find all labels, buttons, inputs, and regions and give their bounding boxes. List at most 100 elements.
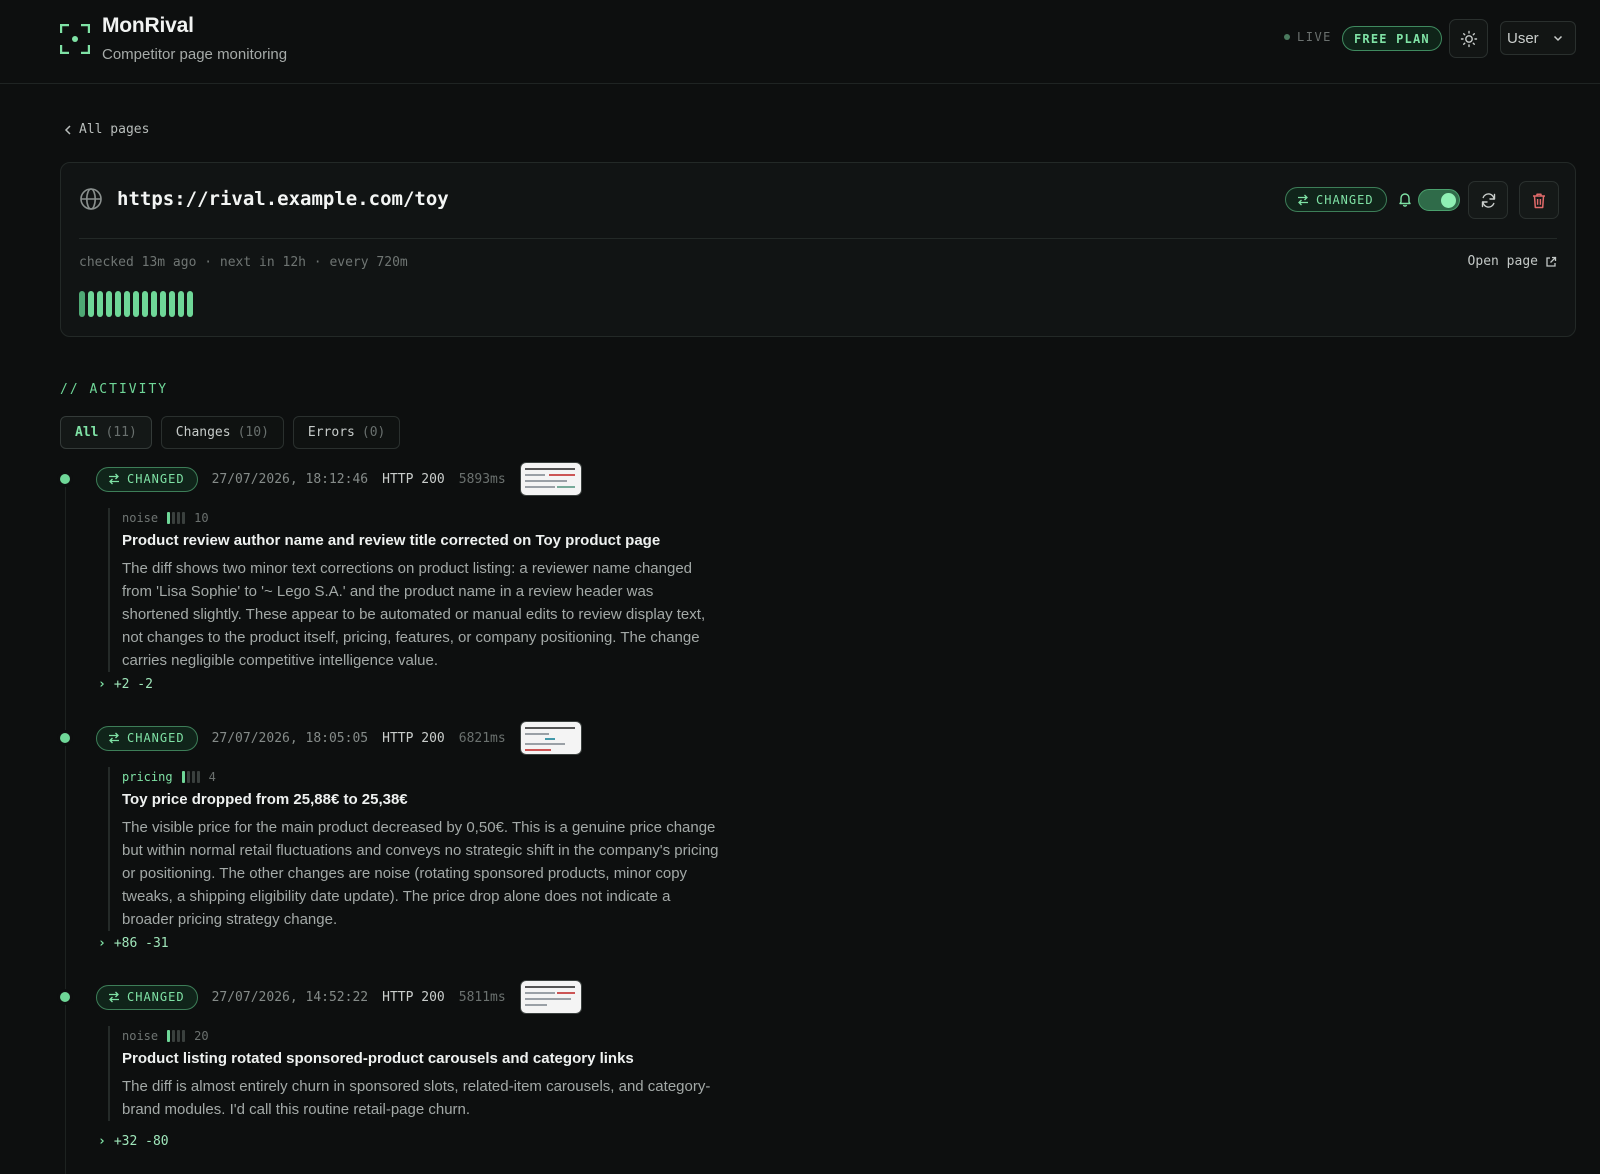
check-history-bar[interactable] [169,291,175,317]
page-url: https://rival.example.com/toy [117,188,449,210]
entry-title: Product review author name and review ti… [122,532,661,549]
tab-count: (0) [361,425,386,440]
entry-duration: 5893ms [458,471,506,487]
tab-all[interactable]: All (11) [60,416,152,449]
open-page-label: Open page [1467,254,1538,269]
entry-description: The diff is almost entirely churn in spo… [122,1078,711,1118]
entry-status-badge: CHANGED [96,466,198,492]
entry-status-label: CHANGED [127,472,185,486]
external-link-icon [1546,256,1557,267]
chevron-right-icon: › [98,1134,106,1149]
entry-status-badge: CHANGED [96,984,198,1010]
check-history-bar[interactable] [178,291,184,317]
tab-changes[interactable]: Changes (10) [160,416,284,449]
refresh-button[interactable] [1468,181,1508,219]
timeline-dot [60,474,70,484]
swap-arrows-icon [109,991,119,1003]
timeline-dot [60,992,70,1002]
delete-button[interactable] [1519,181,1559,219]
entry-tag-line: noise 10 [122,508,708,528]
notifications-toggle[interactable] [1418,189,1460,211]
entry-http-status: HTTP 200 [382,471,445,487]
significance-score: 4 [208,770,216,784]
back-to-all-pages-link[interactable]: All pages [64,122,149,137]
check-history-bar[interactable] [115,291,121,317]
check-history-bar[interactable] [133,291,139,317]
diff-summary: +86 -31 [113,936,169,951]
refresh-icon [1481,192,1495,208]
app-subtitle: Competitor page monitoring [102,46,288,63]
entry-header: CHANGED 27/07/2026, 18:05:05 HTTP 200 68… [96,721,582,755]
chevron-left-icon [64,124,71,135]
significance-score: 20 [194,1029,209,1043]
tab-label: Changes [175,425,231,440]
tab-label: Errors [307,425,355,440]
check-schedule-meta: checked 13m ago · next in 12h · every 72… [79,255,408,270]
check-history-bar[interactable] [106,291,112,317]
entry-title: Product listing rotated sponsored-produc… [122,1050,634,1067]
logo-icon [60,24,90,54]
snapshot-thumbnail[interactable] [519,462,582,496]
entry-header: CHANGED 27/07/2026, 14:52:22 HTTP 200 58… [96,980,582,1014]
swap-arrows-icon [1298,194,1308,205]
timeline-line [65,484,66,1174]
entry-description: The diff shows two minor text correction… [122,560,706,669]
timeline-dot [60,733,70,743]
page-status-badge: CHANGED [1285,187,1387,212]
check-history-bar[interactable] [160,291,166,317]
live-indicator: LIVE [1284,30,1332,44]
chevron-right-icon: › [98,677,106,692]
diff-toggle[interactable]: › +2 -2 [98,677,153,692]
check-history-bars [79,291,193,317]
diff-toggle[interactable]: › +86 -31 [98,936,169,951]
bell-icon [1399,193,1411,207]
entry-duration: 5811ms [458,989,506,1005]
entry-tag-line: noise 20 [122,1026,708,1046]
entry-duration: 6821ms [458,730,506,746]
entry-body: pricing 4 Toy price dropped from 25,88€ … [108,767,719,931]
chevron-down-icon [1553,35,1563,42]
activity-filter-tabs: All (11) Changes (10) Errors (0) [60,416,401,449]
check-history-bar[interactable] [97,291,103,317]
check-history-bar[interactable] [88,291,94,317]
snapshot-thumbnail[interactable] [519,980,582,1014]
entry-timestamp: 27/07/2026, 18:05:05 [211,730,369,746]
tab-label: All [75,425,99,440]
tab-count: (10) [237,425,269,440]
back-label: All pages [79,122,150,137]
entry-title: Toy price dropped from 25,88€ to 25,38€ [122,791,408,808]
page-status-label: CHANGED [1316,192,1374,207]
significance-meter [167,512,186,524]
diff-toggle[interactable]: › +32 -80 [98,1134,169,1149]
entry-status-label: CHANGED [127,990,185,1004]
theme-toggle-button[interactable] [1449,19,1488,58]
live-dot-icon [1284,34,1290,40]
entry-category: pricing [122,770,173,784]
entry-header: CHANGED 27/07/2026, 18:12:46 HTTP 200 58… [96,462,582,496]
check-history-bar[interactable] [79,291,85,317]
significance-score: 10 [194,511,209,525]
check-history-bar[interactable] [124,291,130,317]
check-history-bar[interactable] [142,291,148,317]
check-history-bar[interactable] [187,291,193,317]
page-card: https://rival.example.com/toy CHANGED ch… [60,162,1576,337]
entry-http-status: HTTP 200 [382,989,445,1005]
swap-arrows-icon [109,732,119,744]
snapshot-thumbnail[interactable] [519,721,582,755]
user-label: User [1507,29,1539,47]
significance-meter [181,771,200,783]
open-page-link[interactable]: Open page [1468,254,1557,269]
entry-description: The visible price for the main product d… [122,819,719,928]
entry-timestamp: 27/07/2026, 18:12:46 [211,471,369,487]
activity-section-title: // ACTIVITY [60,382,169,397]
check-history-bar[interactable] [151,291,157,317]
card-divider [79,238,1557,239]
tab-errors[interactable]: Errors (0) [292,416,401,449]
plan-badge: FREE PLAN [1342,26,1442,51]
user-menu-button[interactable]: User [1500,21,1576,55]
toggle-knob [1441,193,1456,208]
globe-icon [80,188,102,210]
significance-meter [167,1030,186,1042]
diff-summary: +32 -80 [113,1134,169,1149]
tab-count: (11) [105,425,137,440]
